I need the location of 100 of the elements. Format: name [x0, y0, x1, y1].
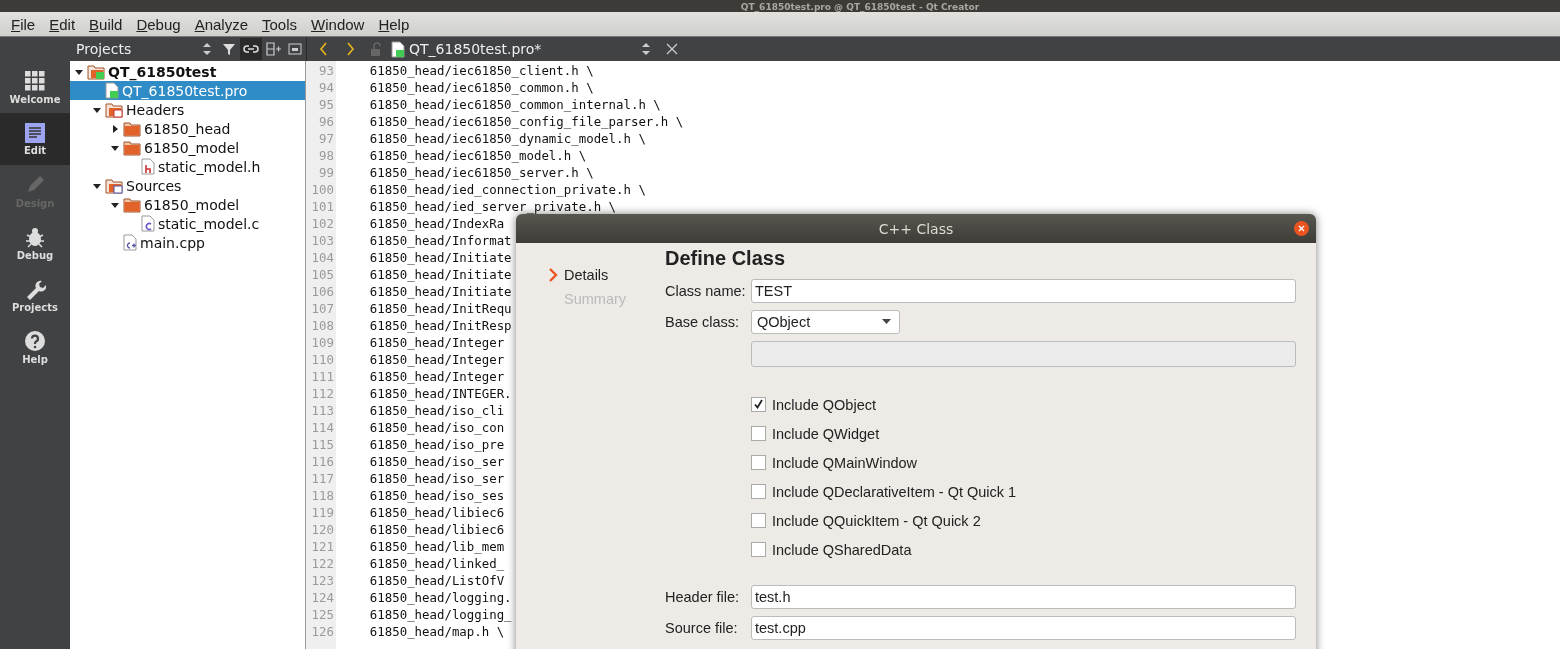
mode-button[interactable]: Debug	[0, 217, 70, 269]
menu-item[interactable]: Window	[304, 15, 372, 33]
code-line: 61850_head/Integer	[368, 351, 505, 368]
tree-item[interactable]: static_model.h	[70, 157, 305, 176]
line-number: 106	[310, 283, 335, 300]
checkbox[interactable]	[751, 426, 766, 441]
checkbox[interactable]	[751, 484, 766, 499]
tree-item[interactable]: main.cpp	[70, 233, 305, 252]
header-file-field[interactable]: test.h	[751, 584, 1296, 609]
code-line: 61850_head/iec61850_client.h \	[368, 62, 594, 79]
line-number: 113	[310, 402, 335, 419]
code-line: 61850_head/iec61850_common_internal.h \	[368, 96, 661, 113]
source-file-field[interactable]: test.cpp	[751, 615, 1296, 640]
close-icon	[1298, 225, 1305, 232]
folder-icon	[123, 120, 141, 137]
checkbox-label: Include QWidget	[772, 425, 880, 442]
code-line: 61850_head/InitRequ	[368, 300, 512, 317]
collapsed-arrow-icon[interactable]	[110, 123, 120, 134]
line-number: 104	[310, 249, 335, 266]
folder-icon	[123, 196, 141, 213]
line-number: 123	[310, 572, 335, 589]
folder-icon	[123, 139, 141, 156]
wizard-step: Details	[549, 266, 665, 284]
chevron-icon	[549, 268, 558, 282]
panel-selector[interactable]: Projects	[70, 41, 196, 57]
line-number: 109	[310, 334, 335, 351]
tree-item[interactable]: 61850_model	[70, 138, 305, 157]
line-number: 111	[310, 368, 335, 385]
close-button[interactable]	[1294, 221, 1309, 236]
c-file-icon	[141, 215, 155, 232]
field-label: Class name:	[665, 282, 747, 299]
line-number: 101	[310, 198, 335, 215]
code-line: 61850_head/InitResp	[368, 317, 512, 334]
document-tab[interactable]: QT_61850test.pro*	[409, 41, 631, 57]
mode-button[interactable]: Help	[0, 321, 70, 373]
line-number: 122	[310, 555, 335, 572]
code-line: 61850_head/iec61850_dynamic_model.h \	[368, 130, 646, 147]
menu-item[interactable]: Debug	[129, 15, 188, 33]
tree-item[interactable]: 61850_model	[70, 195, 305, 214]
checkbox-label: Include QMainWindow	[772, 454, 918, 471]
code-line: 61850_head/linked_	[368, 555, 505, 572]
code-line: 61850_head/iso_con	[368, 419, 505, 436]
checkbox-label: Include QObject	[772, 396, 876, 413]
code-line: 61850_head/INTEGER.	[368, 385, 512, 402]
menu-item[interactable]: Help	[371, 15, 417, 33]
project-file-icon	[391, 40, 405, 58]
line-number: 102	[310, 215, 335, 232]
code-line: 61850_head/iso_pre	[368, 436, 505, 453]
code-line: 61850_head/logging.	[368, 589, 512, 606]
menu-item[interactable]: Tools	[255, 15, 305, 33]
field-label: Header file:	[665, 588, 741, 605]
mode-button[interactable]: Edit	[0, 113, 70, 165]
code-line: 61850_head/Initiate	[368, 266, 512, 283]
checkbox[interactable]	[751, 397, 766, 412]
code-line: 61850_head/ied_server_private.h \	[368, 198, 616, 215]
class-name-field[interactable]: TEST	[751, 278, 1296, 303]
tree-item[interactable]: QT_61850test.pro	[70, 81, 305, 100]
line-number: 105	[310, 266, 335, 283]
field-label: Base class:	[665, 313, 741, 330]
tree-item[interactable]: 61850_head	[70, 119, 305, 138]
line-number: 110	[310, 351, 335, 368]
line-number: 103	[310, 232, 335, 249]
menu-item[interactable]: Analyze	[187, 15, 255, 33]
code-line: 61850_head/iso_cli	[368, 402, 505, 419]
base-class-dropdown[interactable]: QObject	[751, 309, 900, 334]
menu-item[interactable]: Edit	[42, 15, 83, 33]
link-icon[interactable]	[240, 38, 262, 60]
mode-button[interactable]: Projects	[0, 269, 70, 321]
line-number: 121	[310, 538, 335, 555]
line-number: 112	[310, 385, 335, 402]
document-icon	[25, 122, 45, 143]
line-number: 96	[318, 113, 335, 130]
tree-item[interactable]: static_model.c	[70, 214, 305, 233]
code-line: 61850_head/iso_ser	[368, 453, 505, 470]
code-line: 61850_head/Integer	[368, 368, 505, 385]
checkbox-label: Include QDeclarativeItem - Qt Quick 1	[772, 483, 1017, 500]
checkbox[interactable]	[751, 513, 766, 528]
code-line: 61850_head/IndexRa	[368, 215, 505, 232]
mode-button[interactable]: Welcome	[0, 61, 70, 113]
code-line: 61850_head/Initiate	[368, 283, 512, 300]
tree-item[interactable]: QT_61850test	[70, 62, 305, 81]
code-line: 61850_head/Initiate	[368, 249, 512, 266]
checkbox[interactable]	[751, 455, 766, 470]
menu-item[interactable]: File	[4, 15, 43, 33]
checkbox-label: Include QQuickItem - Qt Quick 2	[772, 512, 981, 529]
line-number: 125	[310, 606, 335, 623]
line-number: 115	[310, 436, 335, 453]
tree-item[interactable]: Headers	[70, 100, 305, 119]
tree-item[interactable]: Sources	[70, 176, 305, 195]
menu-item[interactable]: Build	[82, 15, 130, 33]
line-number: 99	[318, 164, 335, 181]
code-line: 61850_head/logging_	[368, 606, 512, 623]
source-folder-icon	[105, 177, 123, 194]
dialog-heading: Define Class	[665, 247, 787, 271]
checkbox[interactable]	[751, 542, 766, 557]
project-folder-icon	[87, 63, 105, 80]
code-line: 61850_head/iso_ser	[368, 470, 505, 487]
bug-icon	[24, 225, 46, 248]
header-folder-icon	[105, 101, 123, 118]
code-line: 61850_head/iec61850_model.h \	[368, 147, 587, 164]
